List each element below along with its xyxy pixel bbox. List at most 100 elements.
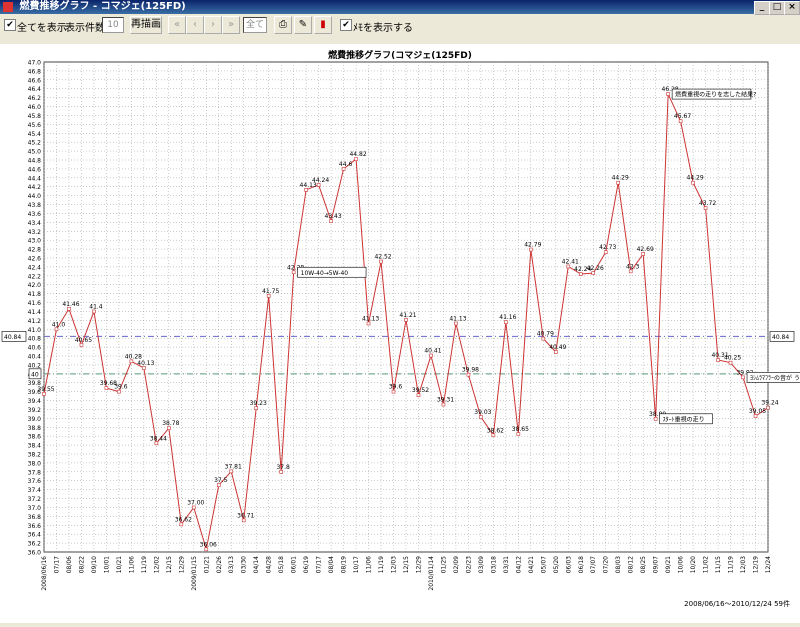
data-label: 42.52 [374,254,391,261]
y-tick-label: 37.0 [28,505,42,512]
nav-last-button[interactable]: » [222,16,240,34]
data-label: 42.69 [637,246,654,253]
data-label: 39.98 [462,367,479,374]
nav-prev-button[interactable]: ‹ [186,16,204,34]
x-tick-label: 06/18 [578,556,585,573]
data-label: 41.75 [262,288,279,295]
nav-next-button[interactable]: › [204,16,222,34]
data-label: 39.6 [389,384,403,391]
y-tick-label: 38.2 [28,452,42,459]
y-tick-label: 43.8 [28,202,42,209]
y-tick-label: 36.4 [28,532,42,539]
data-label: 44.29 [687,175,704,182]
y-axis: 36.0 36.2 36.4 36.6 36.8 37.0 37.2 37.4 37.6 37.8… [28,60,42,557]
data-label: 44.29 [612,175,629,182]
data-labels: 39.5541.041.4640.6541.439.6839.640.2840.… [37,86,778,548]
data-label: 38.65 [512,426,529,433]
x-tick-label: 03/13 [228,556,235,573]
range-input[interactable]: 全て [243,17,267,33]
x-tick-label: 12/29 [415,556,422,573]
x-tick-label: 12/03 [391,556,398,573]
nav-first-button[interactable]: « [168,16,186,34]
app-icon [3,2,13,12]
y-tick-label: 44.6 [28,166,42,173]
x-tick-label: 2008/06/16 [41,556,48,591]
data-label: 42.73 [599,244,616,251]
x-tick-label: 04/28 [266,556,273,573]
x-tick-label: 12/15 [166,556,173,573]
y-tick-label: 36.0 [28,550,42,557]
y-tick-label: 42.2 [28,273,42,280]
y-tick-label: 41.8 [28,291,42,298]
x-tick-label: 03/31 [503,556,510,573]
y-tick-label: 38.0 [28,460,42,467]
y-tick-label: 44.8 [28,158,42,165]
data-label: 39.05 [749,408,766,415]
x-tick-label: 08/12 [628,556,635,573]
annotation-label: 10W-40→5W-40 [301,270,349,277]
data-label: 42.26 [587,265,604,272]
x-tick-label: 02/26 [216,556,223,573]
x-tick-label: 08/19 [341,556,348,573]
x-tick-label: 11/02 [703,556,710,573]
data-label: 43.43 [325,213,342,220]
maximize-button[interactable]: □ [769,1,785,15]
y-tick-label: 40.4 [28,354,42,361]
x-tick-label: 05/20 [553,556,560,573]
export-icon[interactable]: ▮ [314,16,332,34]
redraw-button[interactable]: 再描画 [130,16,162,34]
close-button[interactable]: × [784,1,800,15]
x-tick-label: 12/15 [403,556,410,573]
data-label: 36.62 [175,516,192,523]
chart-title: 燃費推移グラフ(コマジェ(125FD) [328,49,472,61]
annotation-label: ﾖｼﾑﾗﾏﾌﾗｰの音が うる [750,374,800,382]
x-tick-label: 06/01 [291,556,298,573]
data-label: 39.24 [761,400,778,407]
settings-icon[interactable]: ✎ [294,16,312,34]
x-tick-label: 12/24 [765,556,772,573]
x-tick-label: 08/22 [78,556,85,573]
data-label: 36.06 [200,541,217,548]
data-label: 43.72 [699,200,716,207]
y-tick-label: 40.2 [28,362,42,369]
y-tick-label: 36.8 [28,514,42,521]
show-memo-checkbox[interactable]: ✔ [340,19,352,31]
y-tick-label: 37.4 [28,487,42,494]
x-tick-label: 09/07 [653,556,660,573]
data-label: 42.3 [626,263,640,270]
data-label: 45.67 [674,113,691,120]
x-tick-label: 02/09 [453,556,460,573]
print-icon[interactable]: ⎙ [274,16,292,34]
y-tick-label: 42.8 [28,247,42,254]
x-tick-label: 03/18 [490,556,497,573]
x-tick-label: 11/15 [715,556,722,573]
data-label: 39.6 [114,384,128,391]
x-tick-label: 11/06 [366,556,373,573]
fuel-economy-chart: 燃費推移グラフ(コマジェ(125FD) 36.0 36.2 36.4 36.6 36.8… [1,49,800,608]
x-tick-label: 10/17 [353,556,360,573]
x-tick-label: 10/20 [690,556,697,573]
data-label: 41.4 [89,303,103,310]
chart-area: 燃費推移グラフ(コマジェ(125FD) 36.0 36.2 36.4 36.6 36.8… [0,44,800,623]
x-tick-label: 05/07 [540,556,547,573]
data-label: 39.23 [250,400,267,407]
y-tick-label: 36.2 [28,541,42,548]
y-tick-label: 45.4 [28,131,42,138]
x-tick-label: 11/19 [728,556,735,573]
window-titlebar: 燃費推移グラフ - コマジェ(125FD) _ □ × [0,0,800,15]
x-tick-label: 01/21 [203,556,210,573]
data-label: 38.78 [162,420,179,427]
data-label: 41.16 [499,314,516,321]
x-tick-label: 08/03 [615,556,622,573]
x-tick-label: 07/17 [316,556,323,573]
show-all-checkbox[interactable]: ✔ [4,19,16,31]
y-tick-label: 37.2 [28,496,42,503]
y-tick-label: 39.4 [28,398,42,405]
count-input[interactable]: 10 [102,17,124,33]
data-label: 44.6 [339,161,353,168]
y-tick-label: 46.2 [28,95,42,102]
x-tick-label: 06/19 [303,556,310,573]
minimize-button[interactable]: _ [754,1,770,15]
data-label: 37.00 [187,499,204,506]
x-tick-label: 11/19 [141,556,148,573]
